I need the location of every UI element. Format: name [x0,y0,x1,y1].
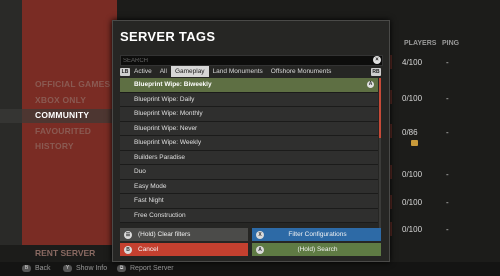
y-button-icon: Y [63,265,72,272]
tag-label: Blueprint Wipe: Weekly [134,139,202,146]
b-button-icon: B [124,245,132,254]
x-button-icon: X [256,230,264,239]
server-ping: - [446,225,449,234]
tag-category-tabs: LB Active All Gameplay Land Monuments Of… [120,66,381,77]
tag-label: Builders Paradise [134,153,185,161]
tag-item[interactable]: Blueprint Wipe: Daily [120,92,378,107]
rb-bumper-icon[interactable]: RB [371,67,381,76]
tag-item[interactable]: Easy Mode [120,179,378,194]
clear-search-icon[interactable]: × [373,56,381,64]
lb-bumper-icon[interactable]: LB [120,67,130,76]
tag-label: Free Construction [134,211,186,219]
search-input[interactable] [123,56,368,65]
server-players: 0/100 [402,225,423,234]
server-players: 4/100 [402,58,423,67]
sidebar-item-favourited[interactable]: FAVOURITED [35,124,110,140]
tag-label: Blueprint Wipe: Biweekly [134,81,212,88]
rent-server-button[interactable]: RENT SERVER [35,248,95,258]
server-players: 0/100 [402,94,423,103]
a-button-icon: A [367,81,374,88]
tag-item-blueprint-biweekly[interactable]: Blueprint Wipe: Biweekly A [120,78,378,93]
tag-item[interactable]: Free Construction [120,208,378,223]
tag-label: Blueprint Wipe: Monthly [134,110,203,117]
tag-item[interactable]: Blueprint Wipe: Monthly [120,107,378,122]
search-box: × [120,55,383,66]
clear-filters-label: (Hold) Clear filters [138,231,191,238]
filter-configurations-button[interactable]: X Filter Configurations [252,228,381,241]
tab-gameplay[interactable]: Gameplay [170,66,209,77]
tag-item[interactable]: Duo [120,165,378,180]
clear-filters-button[interactable]: ☰ (Hold) Clear filters [120,228,248,241]
tab-all[interactable]: All [156,66,171,77]
dialog-title: SERVER TAGS [120,29,216,44]
sidebar-item-official[interactable]: OFFICIAL GAMES [35,77,110,93]
controller-hint-bar: B Back Y Show Info ⧉ Report Server [0,262,500,276]
a-button-icon: A [256,245,264,254]
tag-list: Blueprint Wipe: Biweekly A Blueprint Wip… [120,78,378,238]
sidebar-item-xbox-only[interactable]: XBOX ONLY [35,93,110,109]
server-players: 0/100 [402,170,423,179]
b-button-icon: B [22,265,31,272]
server-players: 0/100 [402,198,423,207]
tag-label: Duo [134,168,146,175]
show-info-label: Show Info [76,265,108,272]
show-info-hint[interactable]: Y Show Info [63,265,107,272]
tag-list-scrollbar[interactable] [379,78,381,238]
server-ping: - [446,170,449,179]
search-label: (Hold) Search [297,246,338,253]
cancel-label: Cancel [138,246,159,253]
server-players: 0/86 [402,128,418,137]
server-tags-dialog: SERVER TAGS × LB Active All Gameplay Lan… [112,20,390,262]
report-hint[interactable]: ⧉ Report Server [117,265,174,272]
tab-land-monuments[interactable]: Land Monuments [209,66,267,77]
server-ping: - [446,58,449,67]
tag-item[interactable]: Blueprint Wipe: Never [120,121,378,136]
filter-configurations-label: Filter Configurations [288,231,347,238]
back-label: Back [35,265,51,272]
sidebar-item-community[interactable]: COMMUNITY [35,108,110,124]
back-hint[interactable]: B Back [22,265,51,272]
search-button[interactable]: A (Hold) Search [252,243,381,256]
server-ping: - [446,128,449,137]
sidebar-nav: OFFICIAL GAMES XBOX ONLY COMMUNITY FAVOU… [35,77,110,155]
server-ping: - [446,198,449,207]
tag-label: Blueprint Wipe: Never [134,124,198,132]
report-label: Report Server [130,265,174,272]
server-row-markers [388,0,500,245]
tag-label: Blueprint Wipe: Daily [134,95,195,103]
cancel-button[interactable]: B Cancel [120,243,248,256]
tab-offshore-monuments[interactable]: Offshore Monuments [267,66,336,77]
menu-button-icon: ☰ [124,230,132,239]
tab-active[interactable]: Active [130,66,156,77]
tag-item[interactable]: Fast Night [120,194,378,209]
tag-label: Fast Night [134,197,164,204]
server-ping: - [446,94,449,103]
scroll-thumb[interactable] [379,78,381,138]
tag-item[interactable]: Blueprint Wipe: Weekly [120,136,378,151]
tag-label: Easy Mode [134,182,167,190]
sidebar-item-history[interactable]: HISTORY [35,139,110,155]
tag-item[interactable]: Builders Paradise [120,150,378,165]
lock-icon [411,140,418,146]
view-button-icon: ⧉ [117,265,126,272]
